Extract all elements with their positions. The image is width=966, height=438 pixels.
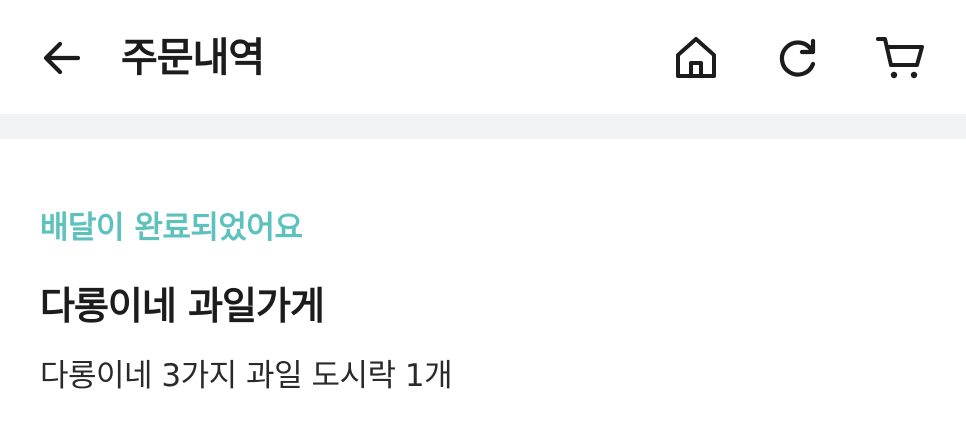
top-app-bar: 주문내역 [0, 0, 966, 114]
back-button[interactable] [34, 30, 90, 86]
cart-icon [876, 37, 924, 79]
cart-button[interactable] [873, 30, 929, 86]
order-summary: 다롱이네 3가지 과일 도시락 1개 [40, 358, 453, 394]
section-divider [0, 114, 966, 139]
home-icon [676, 37, 716, 78]
order-item[interactable]: 배달이 완료되었어요 다롱이네 과일가게 다롱이네 3가지 과일 도시락 1개 [0, 139, 966, 438]
arrow-left-icon [43, 41, 81, 75]
delivery-status: 배달이 완료되었어요 [40, 210, 303, 246]
store-name: 다롱이네 과일가게 [40, 284, 325, 328]
order-history-screen: 주문내역 배달이 완료되었어요 다롱이네 과일가게 다롱이네 3가지 과일 도시… [0, 0, 966, 438]
page-title: 주문내역 [121, 35, 265, 81]
refresh-button[interactable] [770, 30, 826, 86]
home-button[interactable] [668, 30, 724, 86]
refresh-icon [779, 38, 816, 77]
